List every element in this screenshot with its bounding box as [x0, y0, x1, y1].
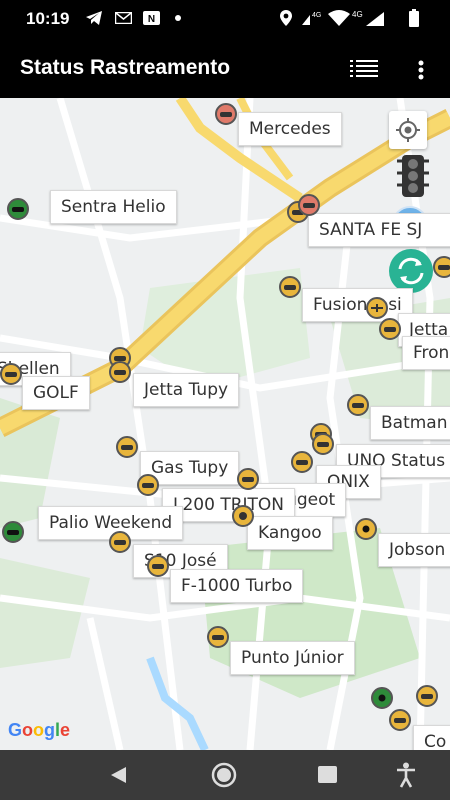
vehicle-label[interactable]: Kangoo [247, 516, 333, 550]
car-marker[interactable] [0, 363, 22, 385]
car-marker[interactable] [116, 436, 138, 458]
volte-4g-icon: 4G [302, 12, 321, 25]
car-marker[interactable] [147, 555, 169, 577]
car-marker[interactable] [433, 256, 450, 278]
list-icon[interactable] [350, 60, 378, 78]
nu-icon: N [143, 11, 160, 25]
vehicle-marker-red[interactable] [215, 103, 237, 125]
my-location-button[interactable] [389, 111, 427, 149]
traffic-button[interactable] [394, 153, 432, 199]
telegram-icon [86, 11, 102, 25]
wifi-icon [328, 10, 350, 26]
car-marker[interactable] [389, 709, 411, 731]
page-title: Status Rastreamento [20, 56, 231, 79]
status-bar: 10:19 N 4G 4G [0, 0, 450, 36]
vehicle-label[interactable]: SANTA FE SJ [308, 213, 450, 247]
vehicle-label[interactable]: GOLF [22, 376, 90, 410]
svg-text:4G: 4G [312, 12, 321, 19]
map-view[interactable]: Mercedes Sentra Helio SANTA FE SJ Fusion… [0, 98, 450, 750]
my-location-icon [396, 118, 420, 142]
gmail-icon [115, 12, 132, 24]
car-marker[interactable] [109, 531, 131, 553]
app-bar: Status Rastreamento [0, 36, 450, 98]
vehicle-marker-green[interactable] [7, 198, 29, 220]
car-marker[interactable] [279, 276, 301, 298]
car-marker[interactable] [416, 685, 438, 707]
car-marker[interactable] [291, 451, 313, 473]
back-icon[interactable] [108, 765, 128, 785]
svg-text:N: N [148, 14, 155, 25]
more-vert-icon[interactable] [418, 60, 424, 80]
vehicle-label[interactable]: F-1000 Turbo [170, 569, 304, 603]
vehicle-marker-green[interactable] [371, 687, 393, 709]
vehicle-label[interactable]: Sentra Helio [50, 190, 177, 224]
google-logo: Google [8, 720, 71, 740]
car-marker[interactable] [137, 474, 159, 496]
car-marker[interactable] [109, 361, 131, 383]
vehicle-label[interactable]: Mercedes [238, 112, 342, 146]
car-marker[interactable] [366, 297, 388, 319]
car-marker[interactable] [347, 394, 369, 416]
vehicle-label[interactable]: Co [413, 725, 450, 750]
vehicle-label[interactable]: Punto Júnior [230, 641, 355, 675]
accessibility-icon[interactable] [395, 762, 417, 788]
vehicle-label[interactable]: Batman [370, 406, 450, 440]
svg-text:4G: 4G [352, 10, 363, 19]
car-marker[interactable] [237, 468, 259, 490]
home-icon[interactable] [210, 762, 238, 788]
recents-icon[interactable] [318, 766, 337, 783]
car-marker[interactable] [207, 626, 229, 648]
dot-icon [175, 15, 181, 21]
vehicle-label[interactable]: Fusion Josi [302, 288, 413, 322]
status-time: 10:19 [26, 9, 70, 28]
car-marker[interactable] [312, 433, 334, 455]
location-icon [280, 10, 292, 26]
signal-4g-icon: 4G [352, 10, 384, 26]
car-marker[interactable] [379, 318, 401, 340]
vehicle-label[interactable]: Jetta Tupy [133, 373, 240, 407]
vehicle-label[interactable]: Fron [402, 336, 450, 370]
vehicle-marker-red[interactable] [298, 194, 320, 216]
nav-bar [0, 750, 450, 800]
vehicle-marker-green[interactable] [2, 521, 24, 543]
traffic-icon [397, 155, 429, 197]
car-marker[interactable] [232, 505, 254, 527]
vehicle-label[interactable]: Jobson [378, 533, 450, 567]
car-marker[interactable] [355, 518, 377, 540]
battery-icon [409, 9, 419, 27]
